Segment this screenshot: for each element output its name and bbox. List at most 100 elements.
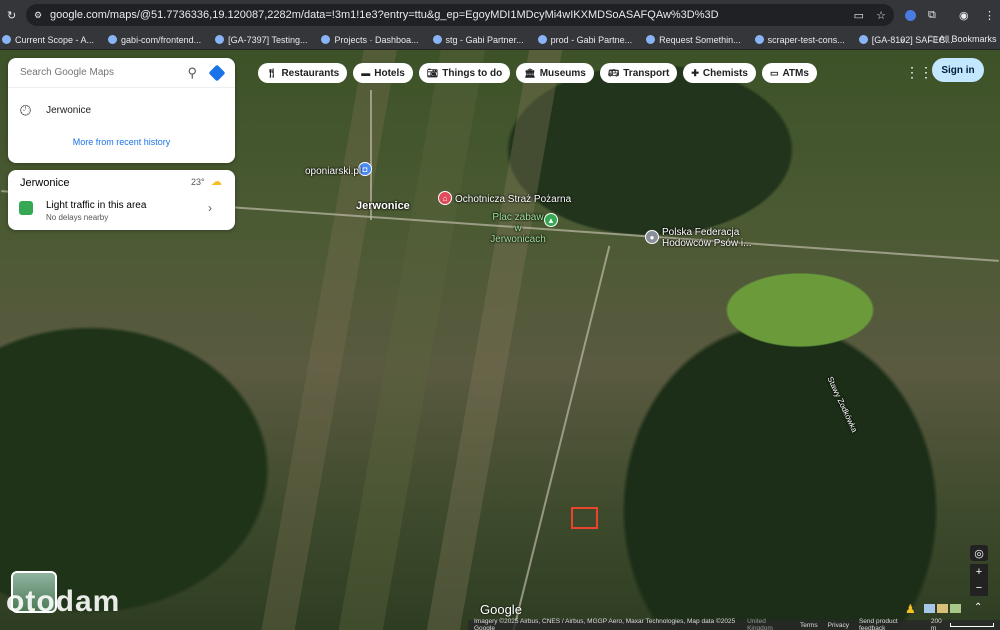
zoom-out-button[interactable]: − [970, 580, 988, 596]
bookmark-icon [2, 35, 11, 44]
bookmark-item[interactable]: scraper-test-cons... [754, 34, 845, 45]
chevron-right-icon: › [208, 201, 212, 215]
scale-bar[interactable]: 200 m [931, 618, 994, 630]
chip-things-to-do[interactable]: 📷︎ Things to do [418, 63, 511, 83]
sign-in-button[interactable]: Sign in [932, 58, 984, 82]
place-label[interactable]: Plac zabaw w Jerwonicach [489, 212, 547, 245]
place-label[interactable]: Polska Federacja Hodowców Psów i... [662, 227, 772, 249]
profile-icon[interactable]: ◉ [959, 9, 969, 22]
category-chips: 🍴︎ Restaurants ▬ Hotels 📷︎ Things to do 🏛︎ Muse… [258, 63, 817, 83]
chip-label: Hotels [374, 67, 405, 79]
traffic-title: Light traffic in this area [46, 200, 147, 211]
bookmark-icon [754, 35, 764, 44]
chip-transport[interactable]: 🚌︎ Transport [599, 63, 678, 83]
bookmark-item[interactable]: [GA-7397] Testing... [215, 35, 307, 45]
address-bar[interactable]: ⚙ google.com/maps/@51.7736336,19.120087,… [26, 4, 894, 26]
bookmark-item[interactable]: Projects · Dashboa... [321, 34, 419, 45]
bookmark-label: Current Scope - A... [15, 34, 95, 45]
bookmark-label: gabi-com/frontend... [121, 34, 202, 45]
bookmark-label: Projects · Dashboa... [334, 34, 419, 45]
recent-label: Jerwonice [46, 105, 92, 116]
bookmark-label: stg - Gabi Partner... [445, 34, 524, 45]
bookmark-label: [GA-7397] Testing... [228, 34, 308, 45]
bookmark-label: scraper-test-cons... [767, 34, 845, 45]
directions-icon[interactable] [208, 64, 226, 81]
chip-chemists[interactable]: ✚ Chemists [683, 63, 756, 83]
bookmark-icon [646, 35, 656, 44]
browser-toolbar: ↻ ⚙ google.com/maps/@51.7736336,19.12008… [0, 0, 1000, 30]
place-pin-icon[interactable]: ● [645, 230, 659, 244]
traffic-subtitle: No delays nearby [46, 213, 109, 222]
search-icon[interactable]: ⚲ [187, 65, 197, 81]
traffic-icon [19, 201, 33, 215]
chip-icon: 🚌︎ [607, 67, 620, 78]
bookmarks-bar: Current Scope - A... gabi-com/frontend...… [0, 30, 1000, 50]
feedback-link[interactable]: Send product feedback [859, 618, 921, 630]
bookmark-item[interactable]: Current Scope - A... [2, 35, 94, 45]
more-bookmarks-icon[interactable]: » [900, 35, 905, 45]
chip-label: Transport [623, 67, 670, 79]
extension-icon[interactable] [905, 9, 916, 21]
puzzle-icon[interactable]: ⧉ [928, 9, 936, 22]
menu-icon[interactable]: ⋮ [984, 9, 995, 22]
terms-link[interactable]: Terms [800, 622, 818, 629]
bookmark-icon [108, 35, 118, 44]
bookmark-icon [537, 35, 547, 44]
star-icon[interactable]: ☆ [876, 9, 886, 22]
terrain-thumbnail[interactable] [937, 604, 948, 613]
place-label[interactable]: oponiarski.pl [305, 166, 361, 177]
chip-label: Things to do [442, 67, 503, 79]
satellite-thumbnail[interactable] [950, 604, 961, 613]
traffic-card[interactable]: Jerwonice 23° ☁ Light traffic in this ar… [8, 170, 235, 230]
apps-grid-icon[interactable]: ⋮⋮ [905, 64, 933, 81]
scale-label: 200 m [930, 618, 942, 630]
chip-hotels[interactable]: ▬ Hotels [353, 63, 413, 83]
bookmark-item[interactable]: prod - Gabi Partne... [537, 35, 632, 45]
bookmark-icon [432, 35, 442, 44]
site-info-icon[interactable]: ⚙ [34, 10, 42, 21]
satellite-map[interactable]: ◘ oponiarski.pl Jerwonice ⌂ Ochotnicza S… [0, 50, 1000, 630]
chip-atms[interactable]: ▭ ATMs [761, 63, 817, 83]
chip-icon: 🏛︎ [524, 67, 536, 78]
map-thumbnail[interactable] [924, 604, 935, 613]
fire-station-pin-icon[interactable]: ⌂ [438, 191, 452, 205]
recent-item[interactable]: 🕘︎ Jerwonice [8, 88, 235, 119]
weather-icon: ☁ [211, 176, 222, 188]
chip-icon: ▬ [361, 68, 371, 78]
more-history-link[interactable]: More from recent history [8, 137, 235, 147]
all-bookmarks-label: All Bookmarks [939, 33, 997, 44]
traffic-place: Jerwonice [20, 177, 70, 189]
history-icon: 🕘︎ [20, 102, 32, 118]
otodam-watermark: otodam [6, 585, 121, 618]
chip-label: Chemists [702, 67, 748, 79]
chip-label: ATMs [782, 67, 809, 79]
bookmark-item[interactable]: gabi-com/frontend... [108, 35, 201, 45]
chip-museums[interactable]: 🏛︎ Museums [516, 63, 594, 83]
map-type-thumbnails[interactable] [924, 604, 961, 613]
bookmark-label: Request Somethin... [659, 34, 741, 45]
chip-icon: 🍴︎ [266, 67, 278, 78]
privacy-link[interactable]: Privacy [828, 622, 849, 629]
chip-restaurants[interactable]: 🍴︎ Restaurants [258, 63, 348, 83]
expand-icon[interactable]: ⌃ [974, 602, 982, 613]
town-label: Jerwonice [356, 200, 410, 212]
search-input[interactable] [20, 67, 188, 78]
chip-icon: ✚ [691, 67, 699, 78]
attribution: Imagery ©2025 Airbus, CNES / Airbus, MGG… [474, 618, 736, 630]
my-location-button[interactable]: ◎ [970, 545, 988, 561]
reload-icon[interactable]: ↻ [7, 9, 16, 22]
selected-area-marker[interactable] [571, 507, 598, 529]
place-label[interactable]: Ochotnicza Straż Pożarna [455, 194, 571, 205]
zoom-in-button[interactable]: + [970, 564, 988, 580]
url-text: google.com/maps/@51.7736336,19.120087,22… [50, 9, 719, 21]
bookmark-item[interactable]: stg - Gabi Partner... [432, 34, 524, 45]
region-link[interactable]: United Kingdom [747, 618, 790, 630]
bookmark-item[interactable]: Request Somethin... [646, 35, 741, 45]
google-logo: Google [480, 602, 522, 617]
all-bookmarks[interactable]: 🗀 All Bookmarks [928, 32, 997, 48]
pegman-icon[interactable]: ♟ [905, 602, 916, 616]
chip-label: Museums [539, 67, 586, 79]
cast-icon[interactable]: ▭ [854, 9, 864, 22]
temperature: 23° [191, 177, 205, 187]
chip-icon: ▭ [769, 67, 779, 78]
